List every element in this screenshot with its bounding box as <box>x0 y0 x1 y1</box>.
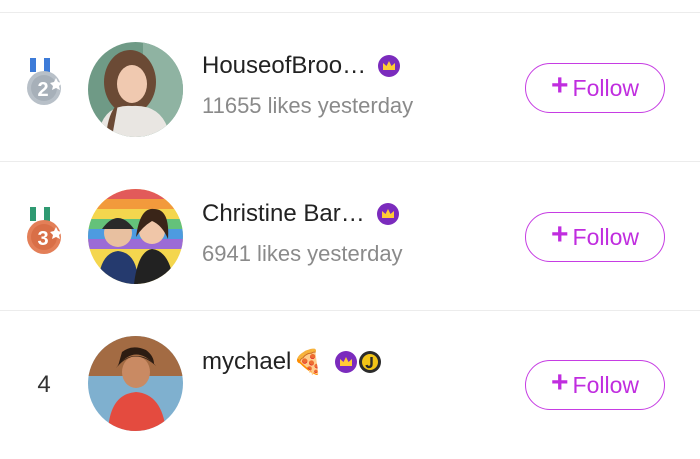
avatar[interactable] <box>88 189 183 284</box>
follow-label: Follow <box>572 371 639 398</box>
list-item[interactable]: 4 mychael 🍕 + Follow <box>0 311 700 459</box>
user-name[interactable]: mychael <box>202 348 291 376</box>
list-item[interactable]: 2 HouseofBroo… 11655 likes yesterday + F… <box>0 13 700 161</box>
user-name[interactable]: Christine Bar… <box>202 200 365 228</box>
crown-icon <box>376 203 399 225</box>
list-item[interactable]: 3 Christine Bar… 6941 likes yesterday + <box>0 162 700 310</box>
bronze-medal-icon: 3 <box>22 207 66 255</box>
crown-icon <box>335 351 358 373</box>
follow-label: Follow <box>572 223 639 250</box>
avatar[interactable] <box>88 336 183 431</box>
medal-rank-number: 3 <box>37 228 48 250</box>
user-name-line: HouseofBroo… <box>202 49 401 83</box>
likes-yesterday: 6941 likes yesterday <box>202 241 403 266</box>
user-name[interactable]: HouseofBroo… <box>202 52 366 80</box>
follow-button[interactable]: + Follow <box>525 63 665 113</box>
follow-button[interactable]: + Follow <box>525 212 665 262</box>
follow-button[interactable]: + Follow <box>525 360 665 410</box>
plus-icon: + <box>551 69 569 102</box>
rank-number: 4 <box>37 371 51 398</box>
user-name-line: Christine Bar… <box>202 197 399 231</box>
plus-icon: + <box>551 218 569 251</box>
j-badge-icon <box>359 351 382 373</box>
pizza-emoji: 🍕 <box>293 348 324 376</box>
medal-rank-number: 2 <box>37 79 48 101</box>
follow-label: Follow <box>572 74 639 101</box>
likes-yesterday: 11655 likes yesterday <box>202 93 414 118</box>
silver-medal-icon: 2 <box>22 58 66 106</box>
crown-icon <box>378 55 401 77</box>
avatar[interactable] <box>88 42 183 137</box>
user-name-line: mychael 🍕 <box>202 345 382 379</box>
